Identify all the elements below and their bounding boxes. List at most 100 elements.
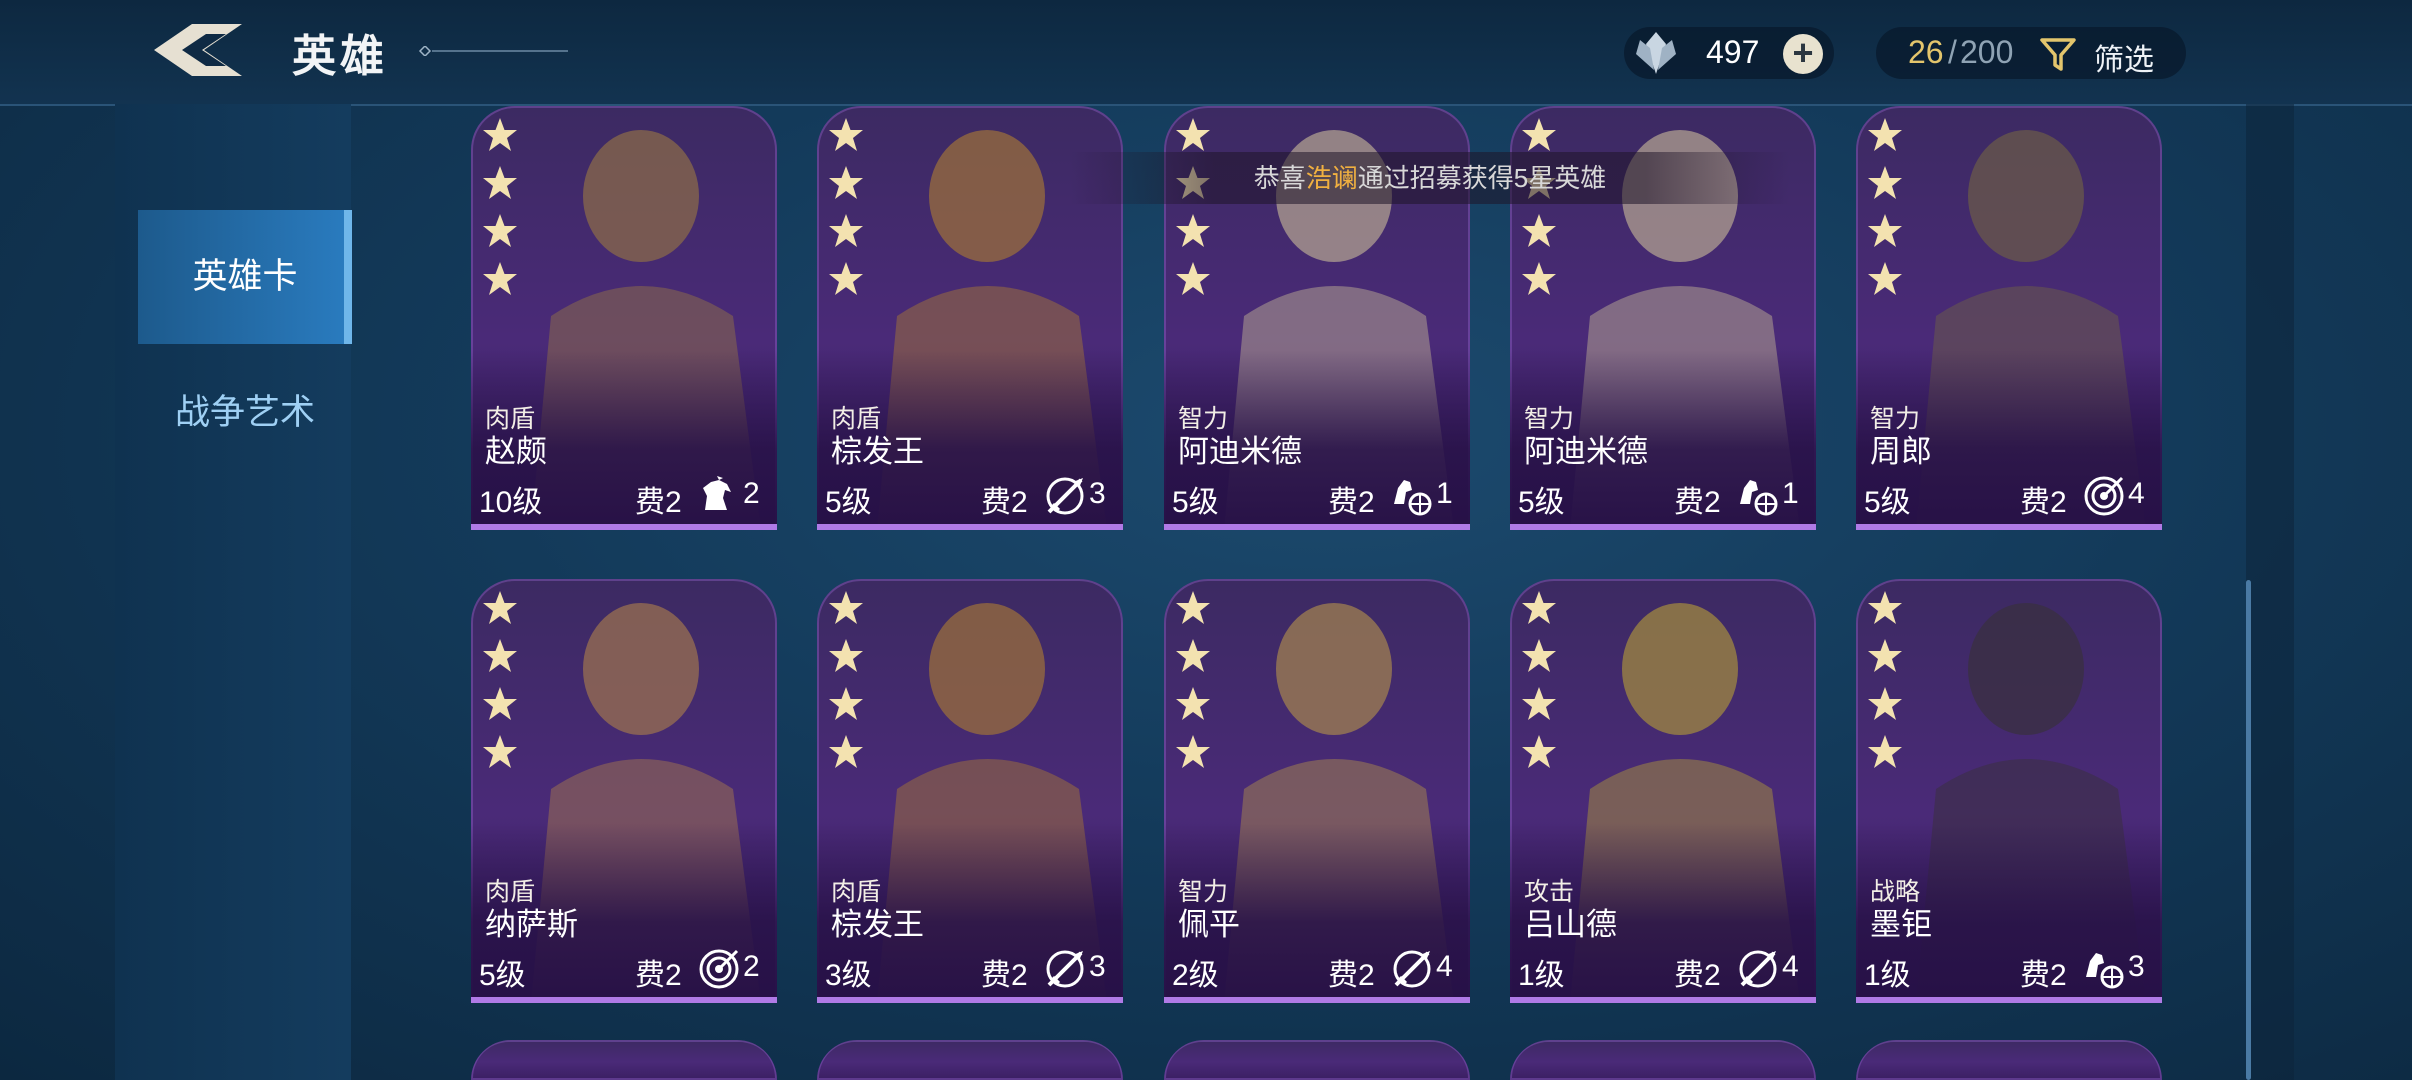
- add-currency-button[interactable]: +: [1783, 34, 1823, 74]
- star-icon: [483, 735, 517, 768]
- star-icon: [1868, 166, 1902, 199]
- hero-card[interactable]: 战略 墨钜 1级 费2 3: [1856, 579, 2162, 1003]
- hero-card[interactable]: 智力 周郎 5级 费2 4: [1856, 106, 2162, 530]
- star-icon: [829, 735, 863, 768]
- hero-cost: 费2: [635, 959, 682, 992]
- card-bottom-bar: [817, 524, 1123, 530]
- hero-level: 5级: [1864, 486, 1911, 519]
- back-arrow-icon[interactable]: [148, 18, 248, 82]
- star-icon: [1176, 687, 1210, 720]
- star-icon: [483, 262, 517, 295]
- hero-cost: 费2: [1674, 959, 1721, 992]
- hero-name: 佩平: [1178, 907, 1240, 942]
- star-rating: [1174, 589, 1214, 781]
- hero-name: 纳萨斯: [485, 907, 578, 942]
- hero-count-separator: /: [1948, 34, 1957, 70]
- scrollbar[interactable]: [2246, 580, 2251, 1080]
- hero-card-partial[interactable]: [1856, 1040, 2162, 1080]
- hero-level: 5级: [479, 959, 526, 992]
- hero-name: 赵颇: [485, 434, 547, 469]
- hero-card-partial[interactable]: [817, 1040, 1123, 1080]
- hero-card[interactable]: 攻击 吕山德 1级 费2 4: [1510, 579, 1816, 1003]
- star-icon: [1176, 262, 1210, 295]
- hero-card[interactable]: 肉盾 棕发王 3级 费2 3: [817, 579, 1123, 1003]
- hero-level: 5级: [825, 486, 872, 519]
- star-icon: [829, 591, 863, 624]
- card-bottom-bar: [1164, 524, 1470, 530]
- hero-cost: 费2: [1328, 959, 1375, 992]
- hero-level: 5级: [1518, 486, 1565, 519]
- hero-name: 周郎: [1870, 434, 1932, 469]
- currency-amount: 497: [1706, 34, 1760, 70]
- hero-count-max: 200: [1960, 34, 2014, 70]
- chariot-icon: [1740, 480, 1778, 516]
- skill-count: 1: [1782, 477, 1799, 510]
- hero-name: 棕发王: [831, 907, 924, 942]
- star-icon: [829, 639, 863, 672]
- target-icon: [699, 949, 739, 989]
- star-icon: [483, 214, 517, 247]
- star-rating: [827, 116, 867, 308]
- star-icon: [1868, 262, 1902, 295]
- star-icon: [483, 687, 517, 720]
- hero-cost: 费2: [2020, 486, 2067, 519]
- star-icon: [1176, 214, 1210, 247]
- filter-icon[interactable]: [2040, 36, 2076, 72]
- star-rating: [1520, 116, 1560, 308]
- star-icon: [1522, 262, 1556, 295]
- hero-cost: 费2: [981, 486, 1028, 519]
- tab-art-of-war[interactable]: 战争艺术: [138, 346, 352, 480]
- notice-suffix: 通过招募获得5星英雄: [1357, 163, 1607, 193]
- hero-card[interactable]: 肉盾 纳萨斯 5级 费2 2: [471, 579, 777, 1003]
- star-icon: [483, 591, 517, 624]
- star-icon: [483, 166, 517, 199]
- skill-count: 4: [1436, 950, 1453, 983]
- notice-prefix: 恭喜: [1253, 163, 1306, 193]
- star-icon: [1176, 735, 1210, 768]
- star-rating: [1174, 116, 1214, 308]
- tab-hero-cards[interactable]: 英雄卡: [138, 210, 352, 344]
- hero-card[interactable]: 智力 佩平 2级 费2 4: [1164, 579, 1470, 1003]
- hero-level: 10级: [479, 486, 543, 519]
- skill-count: 3: [2128, 950, 2145, 983]
- star-icon: [1868, 591, 1902, 624]
- hero-card[interactable]: 肉盾 赵颇 10级 费2 2: [471, 106, 777, 530]
- star-icon: [1522, 639, 1556, 672]
- star-rating: [1866, 116, 1906, 308]
- horse-head-icon: [703, 476, 731, 510]
- hero-card-partial[interactable]: [1164, 1040, 1470, 1080]
- hero-level: 1级: [1518, 959, 1565, 992]
- hero-cost: 费2: [1328, 486, 1375, 519]
- crossed-weapon-icon: [1393, 950, 1431, 988]
- filter-button[interactable]: 筛选: [2094, 35, 2154, 79]
- recruit-notice: 恭喜浩谰通过招募获得5星英雄: [1070, 152, 1790, 204]
- hero-card-partial[interactable]: [471, 1040, 777, 1080]
- star-rating: [481, 589, 521, 781]
- target-icon: [2084, 476, 2124, 516]
- skill-count: 4: [2128, 477, 2145, 510]
- star-icon: [829, 262, 863, 295]
- hero-name: 棕发王: [831, 434, 924, 469]
- star-icon: [483, 118, 517, 151]
- star-icon: [1176, 118, 1210, 151]
- card-bottom-bar: [1856, 524, 2162, 530]
- star-rating: [1520, 589, 1560, 781]
- card-bottom-bar: [1510, 524, 1816, 530]
- star-icon: [483, 639, 517, 672]
- card-bottom-bar: [1856, 997, 2162, 1003]
- card-bottom-bar: [817, 997, 1123, 1003]
- hero-level: 5级: [1172, 486, 1219, 519]
- hero-cost: 费2: [1674, 486, 1721, 519]
- star-icon: [1868, 639, 1902, 672]
- card-bottom-bar: [1164, 997, 1470, 1003]
- hero-name: 阿迪米德: [1524, 434, 1648, 469]
- card-bottom-bar: [471, 997, 777, 1003]
- hero-name: 阿迪米德: [1178, 434, 1302, 469]
- star-icon: [1868, 735, 1902, 768]
- hero-cost: 费2: [635, 486, 682, 519]
- star-icon: [1868, 118, 1902, 151]
- notice-player-name: 浩谰: [1305, 163, 1358, 193]
- hero-name: 吕山德: [1524, 907, 1617, 942]
- page-title: 英雄: [292, 32, 388, 81]
- hero-card-partial[interactable]: [1510, 1040, 1816, 1080]
